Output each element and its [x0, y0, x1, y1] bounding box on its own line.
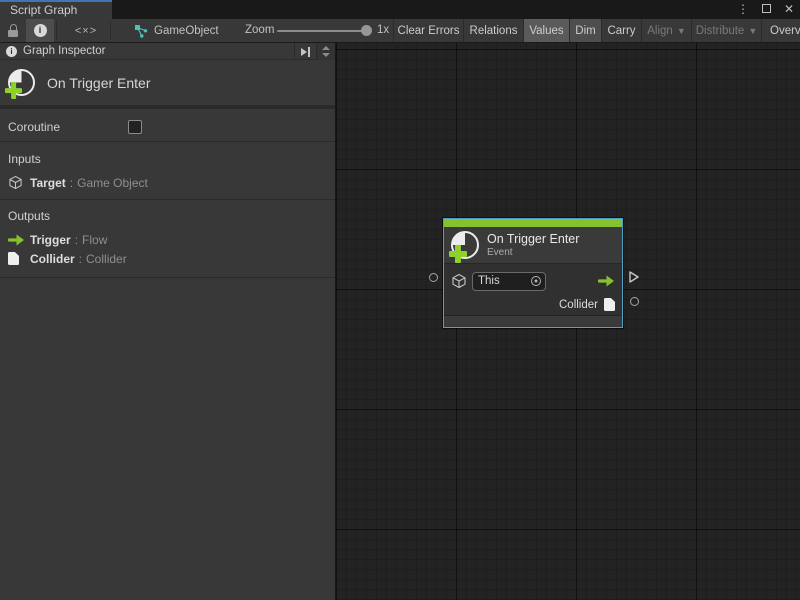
document-icon: [604, 298, 615, 311]
graph-title-block: On Trigger Enter: [0, 60, 335, 109]
inspector-toggle-button[interactable]: i: [26, 19, 54, 42]
coroutine-checkbox[interactable]: [128, 120, 142, 134]
coroutine-label: Coroutine: [8, 120, 60, 134]
node-footer: [444, 315, 622, 325]
zoom-label: Zoom: [245, 19, 274, 42]
overview-button[interactable]: Overv: [761, 19, 800, 42]
lock-icon: [8, 24, 18, 37]
chevron-up-icon: [322, 46, 330, 50]
event-icon: [451, 231, 479, 259]
object-picker-icon[interactable]: [531, 276, 541, 286]
info-icon: i: [6, 46, 17, 57]
node-body: This Collider: [444, 264, 622, 315]
flow-arrow-icon: [8, 234, 25, 246]
distribute-button[interactable]: Distribute ▼: [691, 19, 761, 42]
zoom-slider[interactable]: [277, 30, 365, 32]
flow-arrow-icon: [598, 275, 615, 287]
clear-errors-button[interactable]: Clear Errors: [393, 19, 463, 42]
relations-button[interactable]: Relations: [463, 19, 523, 42]
close-icon[interactable]: ✕: [782, 0, 796, 19]
collider-output-port[interactable]: [630, 297, 639, 306]
tab-label: Script Graph: [10, 3, 77, 17]
script-graph-icon: [134, 24, 148, 38]
io-row-collider: Collider : Collider: [8, 249, 335, 268]
script-graph-window: Script Graph ⋮ ✕ i <×>: [0, 0, 800, 600]
graph-inspector-title: Graph Inspector: [23, 45, 105, 57]
zoom-slider-handle[interactable]: [361, 25, 372, 36]
values-button[interactable]: Values: [523, 19, 569, 42]
carry-button[interactable]: Carry: [601, 19, 641, 42]
window-controls: ⋮ ✕: [736, 0, 796, 19]
toolbar-separator: [56, 21, 57, 40]
inputs-section: Inputs Target : Game Object: [0, 143, 335, 200]
node-color-bar: [444, 219, 622, 227]
chevron-down-icon: [322, 53, 330, 57]
dock-icon: [301, 48, 307, 56]
dim-button[interactable]: Dim: [569, 19, 601, 42]
node-title: On Trigger Enter: [487, 232, 579, 246]
info-icon: i: [34, 24, 47, 37]
graph-inspector-panel: i Graph Inspector On Trigger En: [0, 43, 336, 600]
lock-button[interactable]: [0, 19, 26, 42]
outputs-section: Outputs Trigger : Flow Collider : Co: [0, 200, 335, 278]
dock-panel-button[interactable]: [294, 43, 316, 60]
node-header: On Trigger Enter Event: [444, 227, 622, 264]
inputs-header: Inputs: [8, 152, 335, 166]
on-trigger-enter-node[interactable]: On Trigger Enter Event This: [443, 218, 623, 328]
trigger-output-port[interactable]: [628, 270, 640, 287]
target-input-row: This: [444, 268, 622, 294]
zoom-value: 1x: [377, 19, 389, 42]
target-input-port[interactable]: [429, 273, 438, 282]
panel-scrubber[interactable]: [316, 43, 335, 60]
document-icon: [8, 252, 25, 265]
graph-inspector-header: i Graph Inspector: [0, 43, 335, 60]
cube-icon: [8, 175, 25, 190]
align-button[interactable]: Align ▼: [641, 19, 691, 42]
tab-bar: Script Graph ⋮ ✕: [0, 0, 800, 19]
tab-script-graph[interactable]: Script Graph: [0, 0, 112, 19]
event-icon: [8, 69, 35, 96]
code-view-button[interactable]: <×>: [62, 19, 110, 42]
target-object-field[interactable]: This: [472, 272, 546, 291]
maximize-icon[interactable]: [759, 0, 773, 19]
target-object-value: This: [478, 275, 531, 287]
unit-title: On Trigger Enter: [47, 75, 151, 91]
graph-target-button[interactable]: GameObject: [134, 19, 219, 42]
coroutine-row: Coroutine: [0, 113, 335, 142]
graph-canvas[interactable]: On Trigger Enter Event This: [336, 43, 800, 600]
collider-output-label: Collider: [559, 299, 598, 311]
toolbar-button-group: Clear Errors Relations Values Dim Carry …: [393, 19, 800, 42]
node-subtitle: Event: [487, 247, 579, 259]
collider-output-row: Collider: [444, 294, 622, 315]
cube-icon: [451, 273, 467, 289]
flow-port-icon: [628, 270, 640, 284]
toolbar: i <×> GameObject Zoom 1x Clear Errors Re…: [0, 19, 800, 43]
outputs-header: Outputs: [8, 209, 335, 223]
io-row-trigger: Trigger : Flow: [8, 230, 335, 249]
io-row-target: Target : Game Object: [8, 173, 335, 192]
chevron-down-icon: ▼: [748, 26, 757, 36]
toolbar-separator: [110, 21, 111, 40]
graph-target-label: GameObject: [154, 25, 219, 37]
chevron-down-icon: ▼: [677, 26, 686, 36]
menu-kebab-icon[interactable]: ⋮: [736, 0, 750, 19]
